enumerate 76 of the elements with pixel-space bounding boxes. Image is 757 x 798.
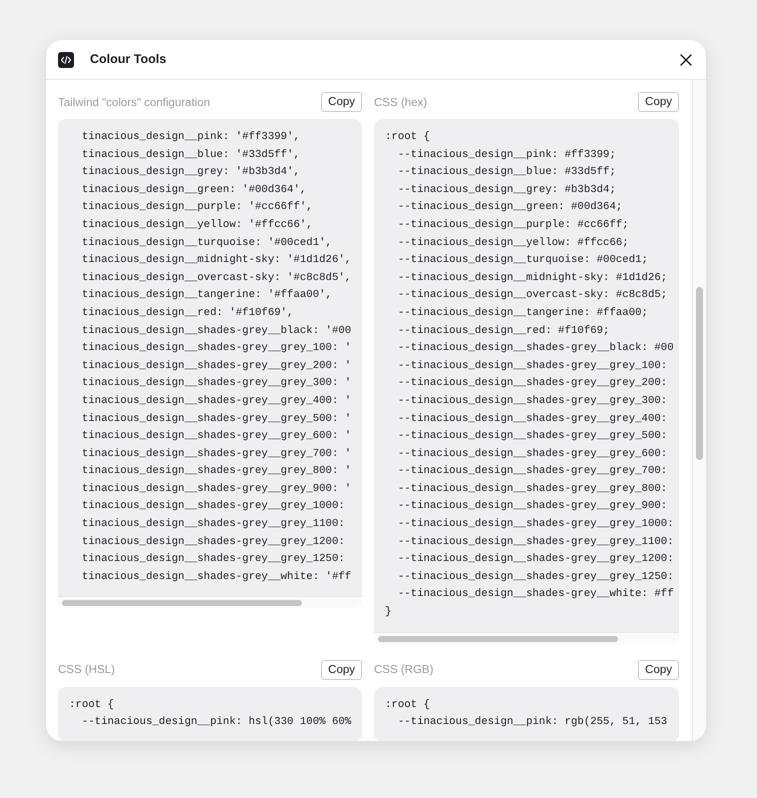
window-title: Colour Tools	[90, 51, 166, 68]
code-line: :root {	[69, 698, 114, 713]
code-icon	[58, 52, 74, 68]
code-line: tinacious_design__overcast-sky: '#c8c8d5',	[80, 270, 352, 286]
code-line: tinacious_design__shades-grey__black: '#00	[80, 324, 352, 339]
section-title: CSS (RGB)	[374, 663, 434, 678]
close-button[interactable]	[678, 52, 694, 68]
code-line: tinacious_design__shades-grey__grey_300: '	[80, 376, 352, 392]
code-line: --tinacious_design__shades-grey__grey_1000:	[396, 517, 674, 532]
code-line: --tinacious_design__shades-grey__grey_700:	[396, 464, 668, 480]
code-line: --tinacious_design__tangerine: #ffaa00;	[396, 306, 648, 321]
code-line: tinacious_design__shades-grey__grey_700: '	[80, 446, 352, 462]
code-line: --tinacious_design__midnight-sky: #1d1d26;	[396, 270, 668, 286]
code-line: --tinacious_design__shades-grey__grey_1100:	[396, 534, 674, 550]
code-line: --tinacious_design__yellow: #ffcc66;	[396, 236, 629, 251]
code-line: tinacious_design__red: '#f10f69',	[80, 306, 294, 321]
code-line: tinacious_design__shades-grey__grey_600: '	[80, 429, 352, 444]
code-line: --tinacious_design__pink: hsl(330 100% 60%	[80, 715, 352, 730]
code-line: --tinacious_design__shades-grey__grey_300:	[396, 394, 668, 409]
scrollbar-thumb[interactable]	[62, 600, 302, 606]
code-line: tinacious_design__shades-grey__grey_1000:	[80, 499, 345, 514]
code-line: tinacious_design__shades-grey__grey_1200:	[80, 534, 345, 550]
code-line: --tinacious_design__turquoise: #00ced1;	[396, 253, 648, 268]
code-line: tinacious_design__shades-grey__grey_100: '	[80, 341, 352, 356]
code-line: tinacious_design__pink: '#ff3399',	[80, 130, 300, 145]
code-line: tinacious_design__turquoise: '#00ced1',	[80, 236, 332, 251]
section-title: CSS (HSL)	[58, 663, 115, 678]
code-line: --tinacious_design__shades-grey__grey_500:	[396, 429, 668, 444]
horizontal-scrollbar[interactable]	[58, 596, 362, 608]
code-line: tinacious_design__shades-grey__white: '#ff	[80, 570, 352, 585]
code-line: --tinacious_design__shades-grey__black: #00	[396, 341, 674, 356]
section-title: Tailwind "colors" configuration	[58, 96, 210, 111]
horizontal-scrollbar[interactable]	[374, 632, 679, 644]
code-line: --tinacious_design__grey: #b3b3d4;	[396, 182, 616, 198]
code-line: tinacious_design__green: '#00d364',	[80, 182, 306, 198]
code-line: }	[385, 605, 392, 620]
code-line: --tinacious_design__purple: #cc66ff;	[396, 218, 629, 233]
code-line: --tinacious_design__shades-grey__grey_100:	[396, 358, 668, 374]
section-title: CSS (hex)	[374, 96, 428, 111]
code-line: tinacious_design__shades-grey__grey_900: '	[80, 482, 352, 497]
code-line: --tinacious_design__shades-grey__grey_800:	[396, 482, 668, 497]
code-line: tinacious_design__purple: '#cc66ff',	[80, 200, 313, 216]
scrollbar-thumb[interactable]	[378, 636, 618, 642]
code-line: --tinacious_design__red: #f10f69;	[396, 324, 610, 339]
code-line: --tinacious_design__blue: #33d5ff;	[396, 165, 616, 180]
code-line: tinacious_design__grey: '#b3b3d4',	[80, 165, 300, 180]
close-icon	[678, 52, 694, 68]
code-line: --tinacious_design__shades-grey__grey_1200:	[396, 552, 674, 568]
copy-button[interactable]: Copy	[321, 92, 362, 112]
code-line: tinacious_design__shades-grey__grey_500: '	[80, 412, 352, 426]
code-line: --tinacious_design__green: #00d364;	[396, 200, 622, 216]
code-line: :root {	[385, 698, 430, 713]
code-line: --tinacious_design__shades-grey__grey_1250:	[396, 570, 674, 585]
copy-button[interactable]: Copy	[638, 92, 679, 112]
scrollbar-thumb[interactable]	[696, 287, 703, 460]
vertical-scrollbar[interactable]	[692, 80, 706, 741]
code-line: --tinacious_design__shades-grey__grey_900:	[396, 499, 668, 514]
code-line: tinacious_design__tangerine: '#ffaa00',	[80, 288, 332, 304]
code-line: --tinacious_design__shades-grey__grey_400:	[396, 412, 668, 426]
copy-button[interactable]: Copy	[638, 660, 679, 680]
code-line: --tinacious_design__shades-grey__white: #ff	[396, 587, 674, 602]
code-line: tinacious_design__blue: '#33d5ff',	[80, 148, 300, 163]
code-line: --tinacious_design__shades-grey__grey_600:	[396, 446, 668, 462]
code-line: --tinacious_design__overcast-sky: #c8c8d5;	[396, 288, 668, 304]
code-line: tinacious_design__shades-grey__grey_400: '	[80, 394, 352, 409]
code-line: tinacious_design__shades-grey__grey_800: '	[80, 464, 352, 480]
code-line: tinacious_design__shades-grey__grey_1100:	[80, 517, 345, 532]
code-line: tinacious_design__yellow: '#ffcc66',	[80, 218, 313, 233]
code-line: --tinacious_design__pink: #ff3399;	[396, 148, 616, 163]
code-line: --tinacious_design__shades-grey__grey_200:	[396, 376, 668, 392]
copy-button[interactable]: Copy	[321, 660, 362, 680]
code-line: tinacious_design__shades-grey__grey_1250:	[80, 552, 345, 568]
code-line: --tinacious_design__pink: rgb(255, 51, 153	[396, 715, 668, 730]
code-line: tinacious_design__shades-grey__grey_200: '	[80, 358, 352, 374]
code-line: :root {	[385, 130, 430, 145]
code-line: tinacious_design__midnight-sky: '#1d1d26',	[80, 253, 352, 268]
